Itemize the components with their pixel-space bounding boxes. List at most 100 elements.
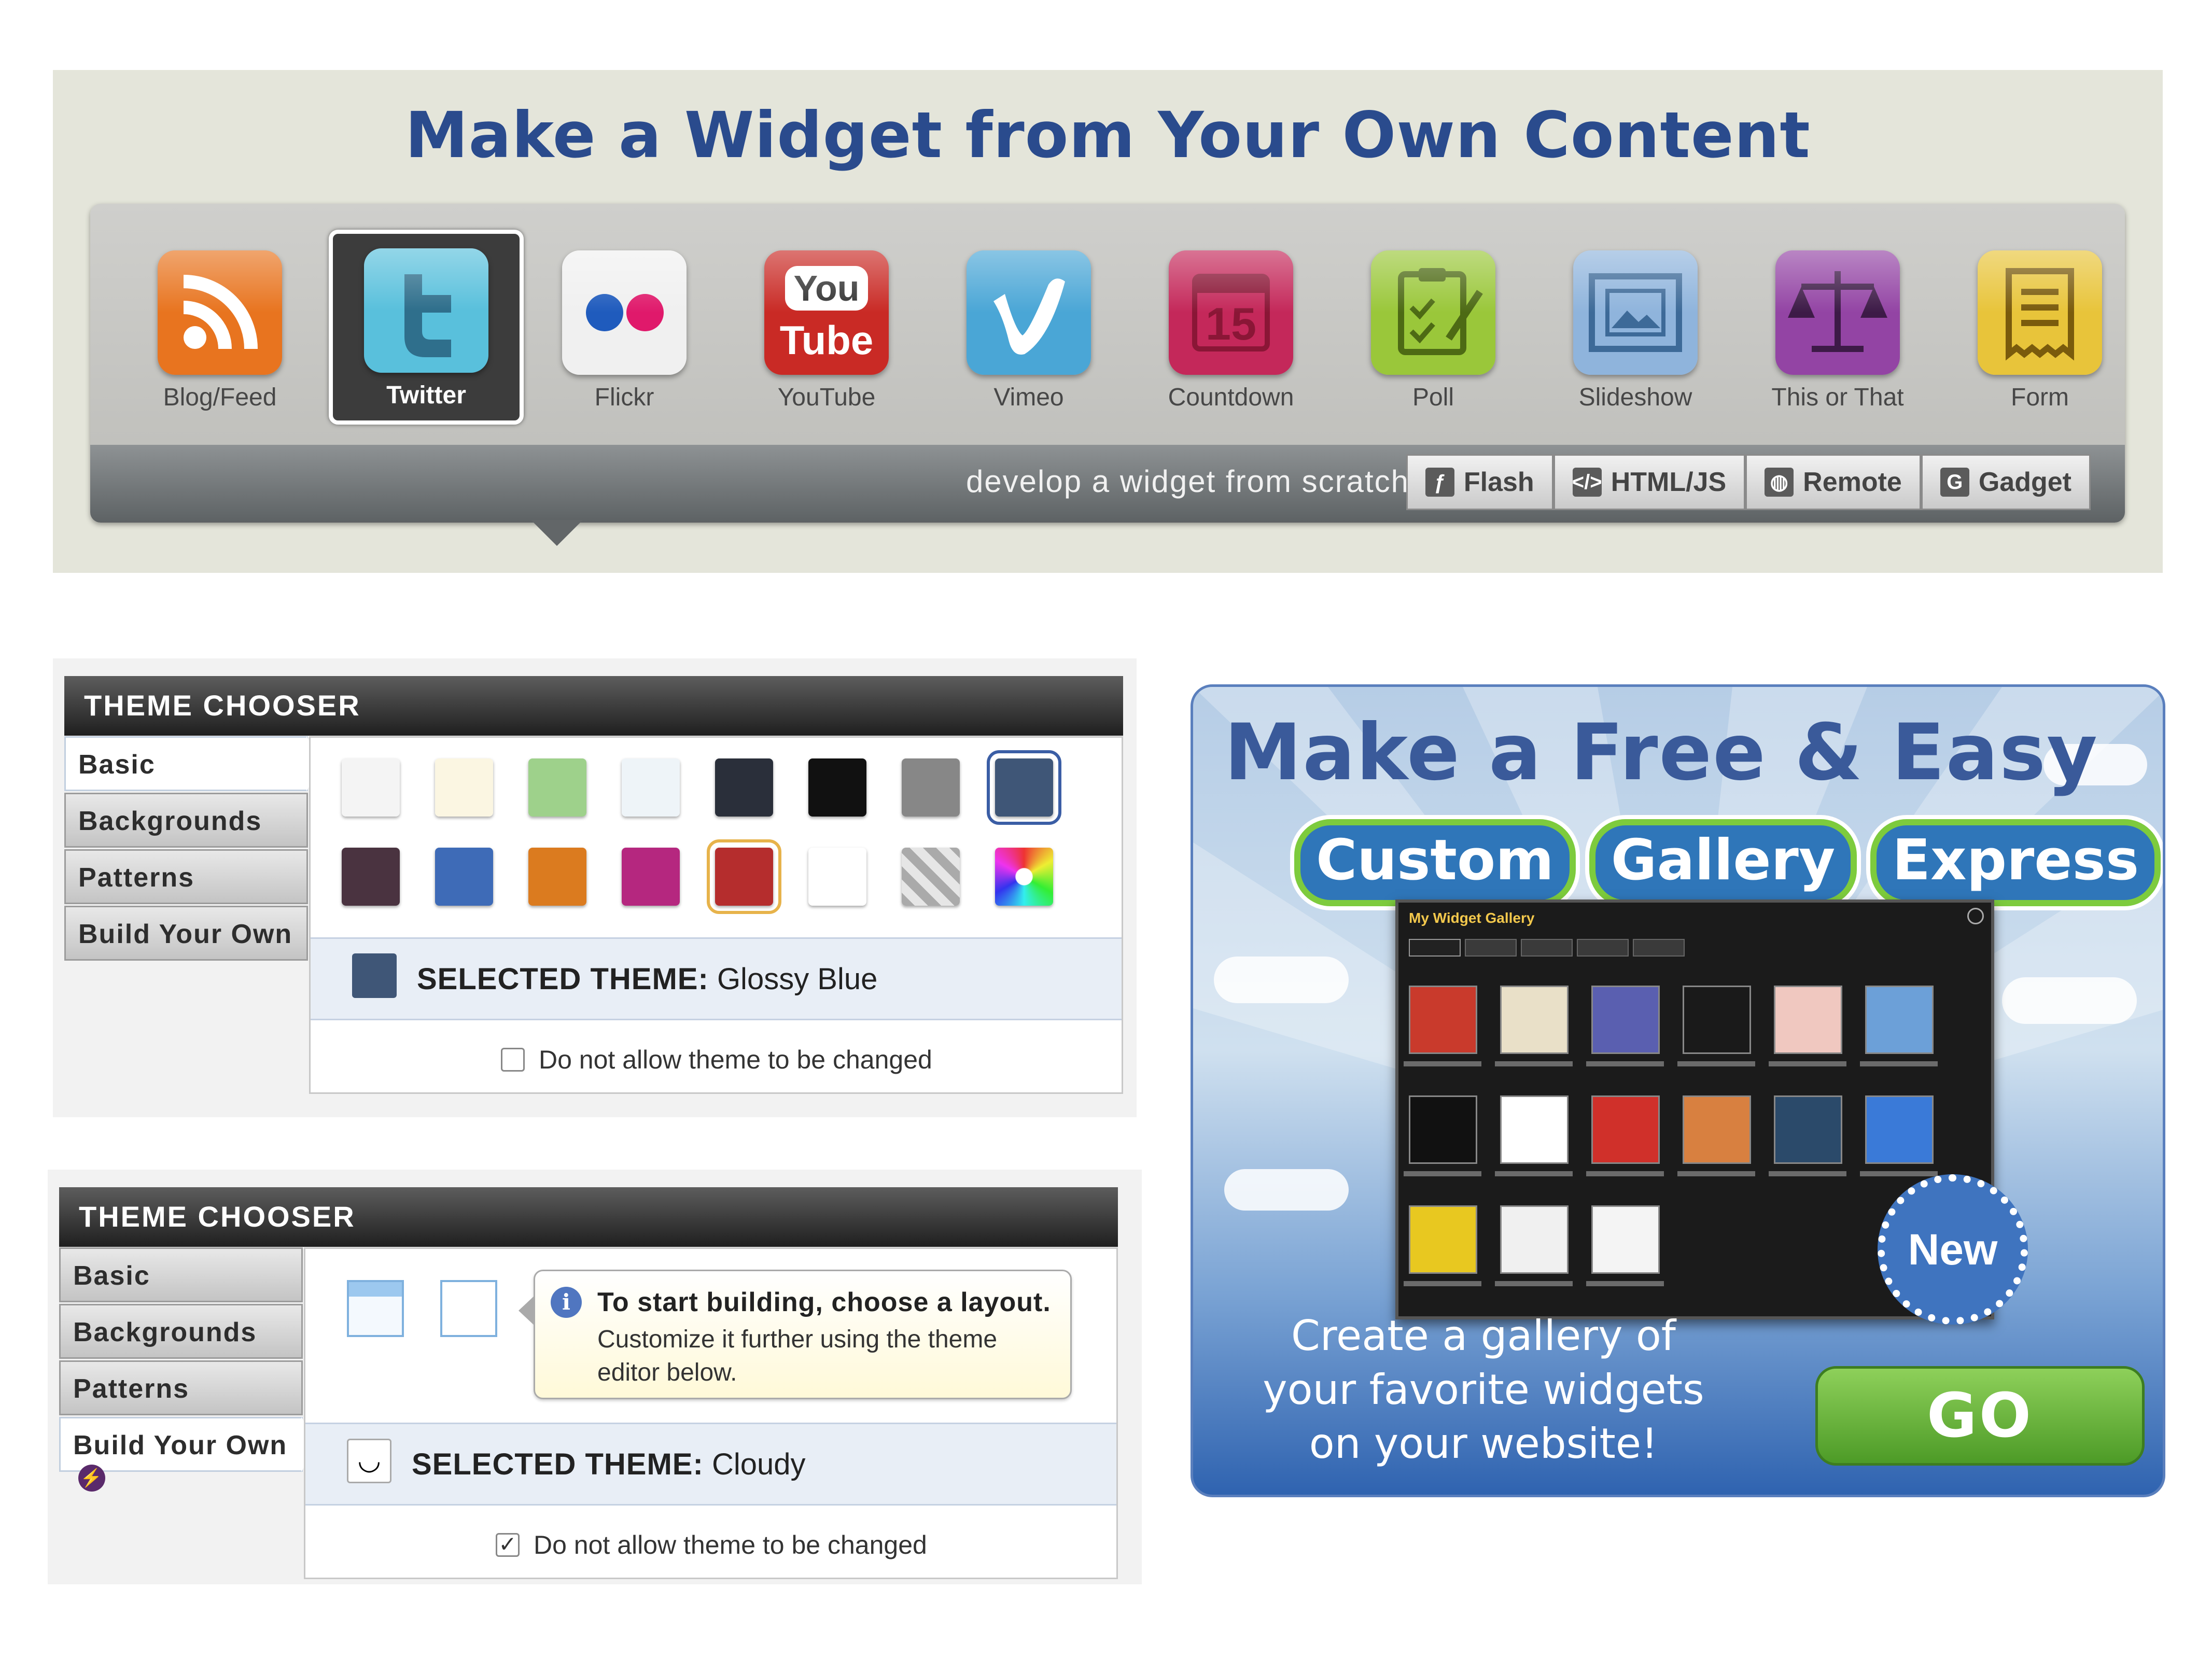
layout-tooltip: i To start building, choose a layout. Cu… (519, 1270, 1072, 1399)
tab-backgrounds[interactable]: Backgrounds (59, 1304, 303, 1359)
gallery-thumbnail (1683, 1095, 1751, 1164)
promo-subtitle-word: Custom (1294, 819, 1576, 906)
gallery-title: My Widget Gallery (1409, 910, 1535, 926)
rss-icon (158, 250, 282, 375)
thumbnail-caption (1495, 1061, 1573, 1066)
tab-backgrounds[interactable]: Backgrounds (64, 793, 308, 848)
layout-plain-option[interactable] (440, 1280, 497, 1337)
widget-tile-countdown[interactable]: 15 Countdown (1138, 236, 1324, 423)
tooltip-title: To start building, choose a layout. (597, 1287, 1051, 1317)
go-button[interactable]: GO (1815, 1366, 2145, 1466)
gallery-thumbnail (1500, 1205, 1569, 1274)
cloud-shape (2002, 977, 2137, 1024)
tab-label: Build Your Own (73, 1430, 288, 1460)
selected-theme-text: SELECTED THEME: Cloudy (412, 1447, 806, 1481)
lock-theme-checkbox[interactable]: ✓ (496, 1533, 520, 1557)
theme-swatch[interactable] (707, 839, 781, 914)
lock-theme-label: Do not allow theme to be changed (539, 1045, 932, 1074)
theme-swatch[interactable] (435, 758, 493, 817)
tab-build-your-own[interactable]: Build Your Own ⚡ (59, 1417, 319, 1492)
theme-swatch[interactable] (342, 758, 400, 817)
gallery-thumbnail (1591, 1205, 1660, 1274)
google-icon: G (1940, 468, 1969, 497)
cloud-shape (1224, 1169, 1349, 1211)
twitter-icon (364, 248, 488, 373)
lock-theme-row: ✓ Do not allow theme to be changed (305, 1507, 1116, 1580)
html-js-button[interactable]: </> HTML/JS (1553, 454, 1746, 510)
theme-swatch[interactable] (528, 848, 586, 906)
code-icon: </> (1572, 468, 1602, 497)
theme-chooser-header: THEME CHOOSER (59, 1187, 1118, 1247)
theme-swatch[interactable] (342, 848, 400, 906)
widget-type-bar: Blog/Feed Twitter Flickr YouTube YouTube Vime… (90, 204, 2125, 523)
gallery-thumbnail (1865, 1095, 1934, 1164)
widget-tile-blog-feed[interactable]: Blog/Feed (127, 236, 313, 423)
gallery-tabs (1409, 939, 1685, 957)
tab-label: Basic (73, 1261, 150, 1291)
gallery-tab (1465, 939, 1517, 957)
tab-build-your-own[interactable]: Build Your Own (64, 906, 308, 961)
selected-theme-text: SELECTED THEME: Glossy Blue (417, 962, 878, 996)
theme-chooser-basic: THEME CHOOSER Basic Backgrounds Patterns Bu… (53, 658, 1137, 1117)
tab-patterns[interactable]: Patterns (64, 849, 308, 904)
gallery-thumbnail (1591, 986, 1660, 1054)
theme-chooser-build: THEME CHOOSER Basic Backgrounds Patterns Bu… (48, 1170, 1142, 1584)
widget-tile-form[interactable]: Form (1947, 236, 2133, 423)
theme-swatch[interactable] (902, 758, 960, 817)
widget-tile-this-or-that[interactable]: This or That (1744, 236, 1931, 423)
widget-tile-label: This or That (1771, 384, 1904, 411)
youtube-icon: YouTube (764, 250, 889, 375)
slideshow-icon (1573, 250, 1698, 375)
selected-theme-row: SELECTED THEME: Glossy Blue (311, 937, 1122, 1020)
theme-swatch[interactable] (622, 758, 680, 817)
widget-tile-twitter[interactable]: Twitter (329, 230, 524, 425)
gallery-thumbnail (1683, 986, 1751, 1054)
widget-tile-poll[interactable]: Poll (1340, 236, 1527, 423)
theme-swatch[interactable] (435, 848, 493, 906)
gallery-tab (1521, 939, 1573, 957)
widget-tiles: Blog/Feed Twitter Flickr YouTube YouTube Vime… (90, 204, 2125, 445)
scratch-bar: develop a widget from scratch ƒ Flash </> H… (90, 445, 2125, 523)
gallery-thumbnail (1774, 986, 1842, 1054)
thumbnail-caption (1769, 1061, 1846, 1066)
widget-tile-youtube[interactable]: YouTube YouTube (733, 236, 920, 423)
theme-swatch[interactable] (902, 848, 960, 906)
widget-tile-slideshow[interactable]: Slideshow (1542, 236, 1729, 423)
widget-tile-vimeo[interactable]: Vimeo (935, 236, 1122, 423)
tab-label: Basic (78, 750, 156, 780)
thumbnail-caption (1404, 1061, 1481, 1066)
layout-header-option[interactable] (347, 1280, 404, 1337)
theme-swatch[interactable] (715, 758, 773, 817)
tab-basic[interactable]: Basic (64, 736, 324, 791)
info-icon: i (551, 1287, 582, 1318)
theme-swatch[interactable] (808, 848, 866, 906)
thumbnail-caption (1860, 1061, 1938, 1066)
gadget-button[interactable]: G Gadget (1921, 454, 2091, 510)
theme-swatch[interactable] (995, 848, 1053, 906)
gallery-thumbnail (1774, 1095, 1842, 1164)
clipboard-check-icon (1371, 250, 1495, 375)
theme-swatch[interactable] (528, 758, 586, 817)
theme-tabs: Basic Backgrounds Patterns Build Your Own ⚡ (59, 1247, 319, 1492)
new-badge: New (1878, 1174, 2028, 1325)
tab-label: Build Your Own (78, 919, 293, 949)
theme-swatch[interactable] (808, 758, 866, 817)
gallery-express-promo: Make a Free & Easy Custom Gallery Express … (1191, 684, 2165, 1497)
page-title: Make a Widget from Your Own Content (405, 99, 1811, 172)
selection-pointer (531, 520, 583, 546)
remote-button[interactable]: ◍ Remote (1745, 454, 1921, 510)
theme-body: i To start building, choose a layout. Cu… (304, 1247, 1118, 1579)
widget-tile-label: Form (2011, 384, 2069, 411)
scales-icon (1775, 250, 1900, 375)
vimeo-icon (967, 250, 1091, 375)
tab-basic[interactable]: Basic (59, 1247, 303, 1302)
flash-button[interactable]: ƒ Flash (1406, 454, 1553, 510)
tab-patterns[interactable]: Patterns (59, 1360, 303, 1415)
theme-swatch[interactable] (987, 750, 1061, 825)
flickr-icon (562, 250, 687, 375)
thumbnail-caption (1586, 1061, 1664, 1066)
calendar-icon: 15 (1169, 250, 1293, 375)
widget-tile-flickr[interactable]: Flickr (531, 236, 718, 423)
theme-swatch[interactable] (622, 848, 680, 906)
lock-theme-checkbox[interactable] (501, 1048, 525, 1072)
